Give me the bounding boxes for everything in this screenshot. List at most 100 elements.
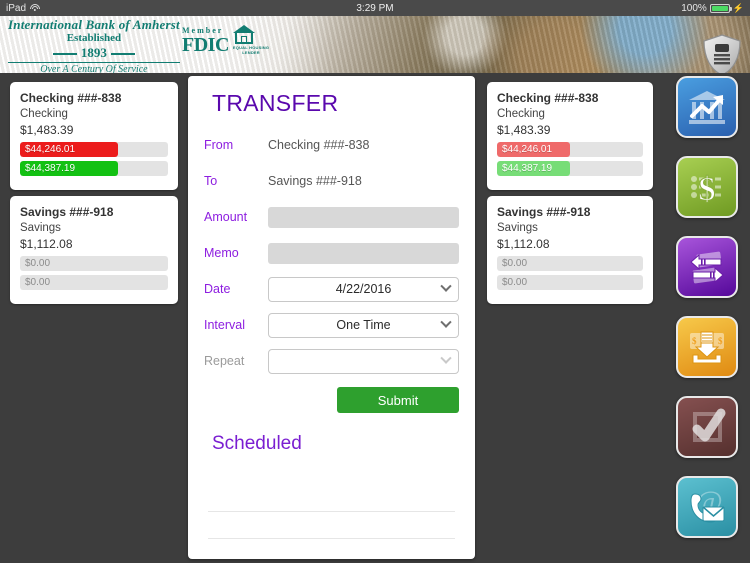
memo-label: Memo (204, 246, 239, 260)
memo-input[interactable] (268, 242, 459, 264)
dollar-sign-icon: $ (691, 171, 721, 209)
field-row-from: From Checking ###-838 (204, 127, 459, 163)
charging-bolt-icon: ⚡ (732, 2, 744, 13)
field-row-interval: Interval One Time (204, 307, 459, 343)
account-name: Checking ###-838 (497, 91, 599, 105)
account-balance: $1,112.08 (497, 237, 550, 251)
lender-line2: LENDER (242, 50, 260, 55)
submit-button[interactable]: Submit (337, 387, 459, 413)
deposit-button[interactable]: $ $ (676, 316, 738, 378)
account-bar-credit: $0.00 (20, 275, 168, 290)
equal-housing-lender-badge: EQUAL HOUSING LENDER (232, 25, 269, 55)
account-type: Checking (497, 108, 545, 120)
account-card-savings-right[interactable]: Savings ###-918 Savings $1,112.08 $0.00 … (487, 196, 653, 304)
account-bar-label: $0.00 (25, 258, 51, 269)
account-bar-debit: $0.00 (497, 256, 643, 271)
account-bar-credit: $44,387.19 (20, 161, 168, 176)
chevron-down-icon (440, 352, 452, 364)
interval-label: Interval (204, 318, 245, 332)
account-balance: $1,483.39 (497, 123, 551, 137)
list-item[interactable] (208, 485, 455, 512)
account-bar-debit: $44,246.01 (497, 142, 643, 157)
account-bar-label: $0.00 (502, 277, 528, 288)
deposit-money-icon: $ $ (690, 331, 724, 364)
bank-logo-line1: International Bank of Amherst (8, 17, 180, 32)
amount-label: Amount (204, 210, 248, 224)
account-name: Savings ###-918 (20, 205, 114, 219)
battery-percent-label: 100% (681, 2, 707, 14)
from-label: From (204, 138, 234, 152)
submit-row: Submit (204, 379, 459, 413)
account-name: Savings ###-918 (497, 205, 591, 219)
to-label: To (204, 174, 218, 188)
interval-select[interactable]: One Time (268, 312, 459, 338)
field-row-date: Date 4/22/2016 (204, 271, 459, 307)
svg-text:$: $ (699, 171, 716, 208)
amount-input[interactable] (268, 206, 459, 228)
from-value[interactable]: Checking ###-838 (268, 138, 369, 152)
field-row-to: To Savings ###-918 (204, 163, 459, 199)
account-name: Checking ###-838 (20, 91, 122, 105)
repeat-label: Repeat (204, 354, 245, 368)
accounts-overview-button[interactable] (676, 76, 738, 138)
date-label: Date (204, 282, 231, 296)
fdic-label: FDIC (182, 34, 229, 56)
scheduled-title: Scheduled (212, 433, 302, 454)
account-bar-credit: $0.00 (497, 275, 643, 290)
bank-logo-line3: 1893 (52, 46, 135, 59)
battery-icon (709, 3, 732, 13)
page-title: TRANSFER (212, 90, 339, 116)
field-row-repeat: Repeat (204, 343, 459, 379)
chevron-down-icon (440, 280, 452, 292)
status-time: 3:29 PM (356, 2, 394, 14)
contact-mail-icon: @ (690, 485, 725, 523)
interval-select-value: One Time (336, 318, 391, 332)
chevron-down-icon (440, 316, 452, 328)
account-type: Savings (20, 222, 61, 234)
to-value[interactable]: Savings ###-918 (268, 174, 362, 188)
account-balance: $1,483.39 (20, 123, 74, 137)
svg-text:$: $ (718, 336, 723, 346)
account-type: Savings (497, 222, 538, 234)
main-content: Checking ###-838 Checking $1,483.39 $44,… (0, 73, 750, 563)
account-bar-label: $44,387.19 (502, 163, 553, 174)
account-bar-debit: $0.00 (20, 256, 168, 271)
payments-button[interactable]: $ (676, 156, 738, 218)
account-bar-label: $0.00 (25, 277, 51, 288)
contact-button[interactable]: @ (676, 476, 738, 538)
date-select-value: 4/22/2016 (335, 282, 392, 296)
checkbox-check-icon (692, 408, 726, 442)
status-right: 100% ⚡ (681, 3, 744, 14)
bank-logo-line2: Established (66, 32, 122, 44)
scheduled-list (204, 485, 459, 563)
app-root: iPad 3:29 PM 100% ⚡ International Bank o… (0, 0, 750, 563)
bank-logo-line4: Over A Century Of Service (8, 62, 180, 73)
bank-chart-icon (689, 91, 725, 124)
transfer-panel: TRANSFER From Checking ###-838 To Saving… (188, 76, 475, 559)
field-row-memo: Memo (204, 235, 459, 271)
account-type: Checking (20, 108, 68, 120)
repeat-select[interactable] (268, 348, 459, 374)
account-bar-credit: $44,387.19 (497, 161, 643, 176)
account-bar-debit: $44,246.01 (20, 142, 168, 157)
icon-rail: $ $ $ @ (668, 76, 746, 556)
transfers-button[interactable] (676, 236, 738, 298)
bank-logo: International Bank of Amherst Establishe… (8, 18, 180, 73)
list-item[interactable] (208, 512, 455, 539)
account-bar-label: $0.00 (502, 258, 528, 269)
account-card-savings-left[interactable]: Savings ###-918 Savings $1,112.08 $0.00 … (10, 196, 178, 304)
security-shield-icon[interactable] (702, 34, 742, 73)
approvals-button[interactable] (676, 396, 738, 458)
app-header: International Bank of Amherst Establishe… (0, 16, 750, 73)
transfer-arrows-icon (690, 251, 724, 284)
date-select[interactable]: 4/22/2016 (268, 276, 459, 302)
svg-text:$: $ (692, 336, 697, 346)
fdic-badge: Member FDIC EQUAL HOUSING LENDER (182, 25, 269, 55)
house-icon (232, 25, 255, 45)
account-bar-label: $44,387.19 (25, 163, 76, 174)
account-card-checking-right[interactable]: Checking ###-838 Checking $1,483.39 $44,… (487, 82, 653, 190)
list-item[interactable] (208, 539, 455, 563)
field-row-amount: Amount (204, 199, 459, 235)
account-card-checking-left[interactable]: Checking ###-838 Checking $1,483.39 $44,… (10, 82, 178, 190)
account-bar-label: $44,246.01 (25, 144, 76, 155)
